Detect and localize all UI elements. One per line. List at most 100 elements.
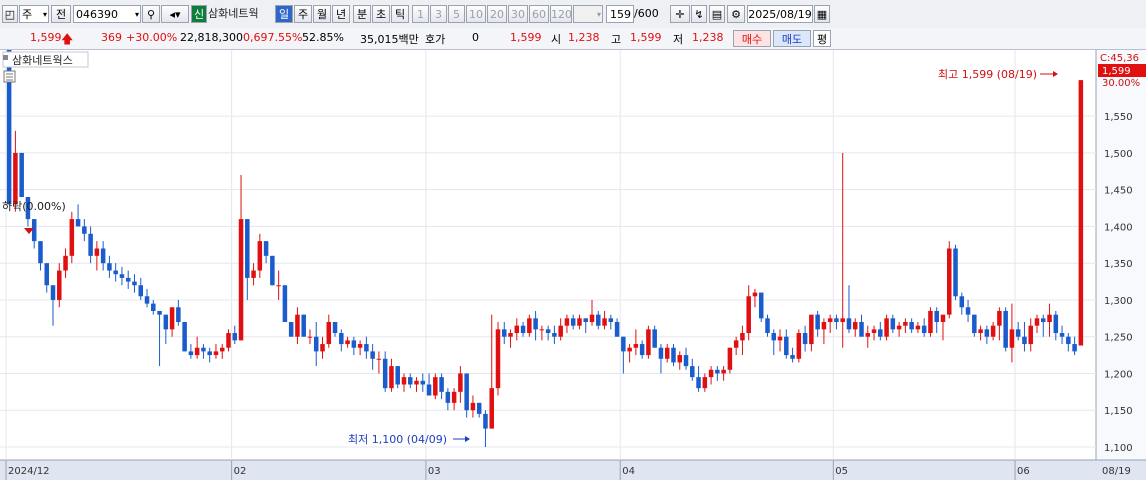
candle-body <box>658 347 664 359</box>
candle-body <box>144 296 150 304</box>
candle-body <box>990 325 996 337</box>
candle-body <box>201 347 206 352</box>
y-tick-label: 1,100 <box>1104 443 1133 454</box>
candle-body <box>1015 329 1021 337</box>
hoga-label: 호가 <box>425 33 446 46</box>
candle-body <box>75 219 81 227</box>
candlestick-chart[interactable]: 1,100 1,150 1,200 1,250 1,300 1,350 1,400 1,450… <box>0 50 1146 480</box>
candle-body <box>608 318 614 322</box>
candle-body <box>965 307 971 315</box>
candle-body <box>169 307 175 330</box>
candle-body <box>44 263 49 286</box>
period-day[interactable]: 일 <box>275 5 293 23</box>
crosshair-icon[interactable]: ✛ <box>670 5 690 23</box>
eval-button[interactable]: 평 <box>813 30 831 47</box>
candle-body <box>38 241 43 264</box>
interval-1[interactable]: 1 <box>412 5 429 23</box>
candle-body <box>370 351 375 359</box>
candle-body <box>558 325 563 337</box>
candle-body <box>915 325 921 330</box>
candle-body <box>31 219 37 242</box>
candle-body <box>351 340 357 348</box>
period-year[interactable]: 년 <box>332 5 350 23</box>
x-axis-band <box>0 460 1146 480</box>
candle-body <box>859 322 864 337</box>
change-percent: +30.00% <box>126 31 178 44</box>
candle-body <box>1009 329 1015 348</box>
period-month[interactable]: 월 <box>313 5 331 23</box>
low-label: 저 <box>673 33 684 46</box>
candle-body <box>583 318 588 322</box>
candle-body <box>690 366 695 378</box>
calendar-icon[interactable]: ▦ <box>814 5 830 23</box>
candle-body <box>257 241 263 271</box>
high-price: 1,599 <box>630 31 662 44</box>
gear-icon[interactable]: ⚙ <box>727 5 745 23</box>
title-marker-icon <box>3 55 8 60</box>
interval-3[interactable]: 3 <box>430 5 447 23</box>
candle-body <box>194 347 200 356</box>
candle-body <box>313 336 319 352</box>
candle-body <box>664 347 670 359</box>
candle-body <box>940 314 946 322</box>
candle-body <box>827 318 833 322</box>
candle-body <box>852 322 858 330</box>
candle-body <box>282 285 288 322</box>
candle-body <box>401 377 407 385</box>
candle-body <box>69 219 75 256</box>
candle-body <box>539 329 545 331</box>
date-input[interactable]: 2025/08/19 <box>747 5 813 23</box>
interval-60[interactable]: 60 <box>529 5 549 23</box>
candle-body <box>232 333 238 341</box>
candle-body <box>451 391 457 403</box>
interval-20[interactable]: 20 <box>487 5 507 23</box>
candle-body <box>896 325 902 330</box>
candle-body <box>50 285 56 300</box>
toolbar: ◰ 주 ▾ 전 046390 ▾ ⚲ ◂▾ 신 삼화네트웍 일 주 월 년 분 초 … <box>0 0 1146 29</box>
period-minute[interactable]: 분 <box>353 5 371 23</box>
candle-body <box>903 322 908 326</box>
candle-body <box>389 366 394 389</box>
interval-10[interactable]: 10 <box>466 5 486 23</box>
price-change: 369 <box>101 31 122 44</box>
buy-button[interactable]: 매수 <box>733 30 771 47</box>
period-tick[interactable]: 틱 <box>391 5 409 23</box>
stock-code-input[interactable]: 046390 ▾ <box>73 5 141 23</box>
candle-body <box>527 318 532 334</box>
candle-body <box>320 344 325 352</box>
candle-body <box>288 322 294 337</box>
period-second[interactable]: 초 <box>372 5 390 23</box>
interval-120[interactable]: 120 <box>550 5 572 23</box>
candle-body <box>796 333 802 359</box>
candle-body <box>1059 333 1065 337</box>
candle-body <box>94 248 100 256</box>
market-select[interactable]: 주 ▾ <box>19 5 49 23</box>
candle-body <box>946 248 952 315</box>
y-axis-label: C:45,36 <box>1100 53 1139 64</box>
candle-body <box>633 344 639 348</box>
count-input[interactable]: 159 <box>606 5 634 23</box>
candle-body <box>188 351 194 356</box>
search-icon[interactable]: ⚲ <box>142 5 160 23</box>
candle-body <box>132 281 137 286</box>
period-week[interactable]: 주 <box>294 5 312 23</box>
turnover: 52.85% <box>302 31 344 44</box>
interval-30[interactable]: 30 <box>508 5 528 23</box>
trend-icon[interactable]: ↯ <box>691 5 707 23</box>
save-icon[interactable]: ▤ <box>709 5 725 23</box>
candle-body <box>545 329 551 334</box>
candle-body <box>464 373 469 411</box>
candle-body <box>125 277 131 282</box>
candle-body <box>407 377 413 385</box>
interval-custom-select[interactable]: ▾ <box>573 5 603 23</box>
interval-5[interactable]: 5 <box>448 5 465 23</box>
candle-body <box>997 310 1002 326</box>
y-tick-label: 1,550 <box>1104 112 1133 123</box>
window-icon[interactable]: ◰ <box>2 5 18 23</box>
jeon-button[interactable]: 전 <box>51 5 71 23</box>
candle-body <box>984 329 990 337</box>
candle-body <box>727 347 733 370</box>
speaker-icon[interactable]: ◂▾ <box>161 5 189 23</box>
sell-button[interactable]: 매도 <box>773 30 811 47</box>
candle-body <box>790 355 795 359</box>
